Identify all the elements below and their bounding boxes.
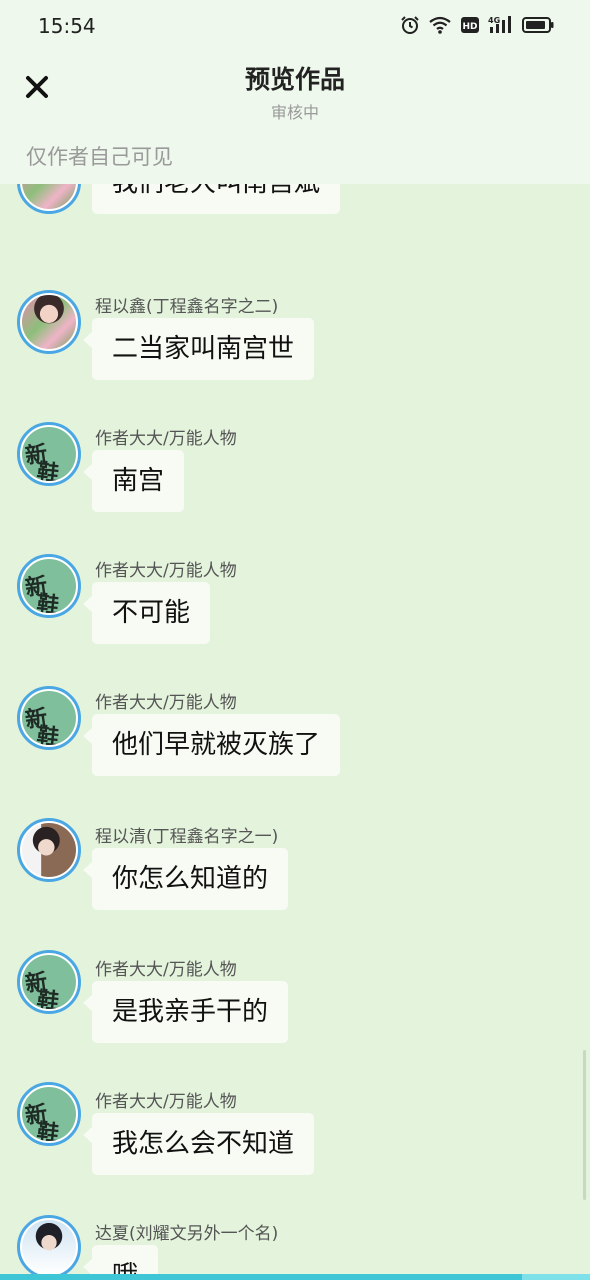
message-bubble[interactable]: 你怎么知道的 — [82, 848, 289, 910]
avatar[interactable]: 新鞋 — [17, 422, 81, 486]
sender-name: 作者大大/万能人物 — [95, 960, 237, 980]
sender-name: 达夏(刘耀文另外一个名) — [95, 1224, 279, 1244]
battery-icon — [522, 17, 554, 33]
status-bar: 15:54 HD 4G — [0, 0, 590, 52]
bottom-progress-strip — [0, 1274, 522, 1280]
sender-name: 程以清(丁程鑫名字之一) — [95, 827, 279, 847]
message-bubble[interactable]: 不可能 — [82, 582, 211, 644]
message-bubble[interactable]: 他们早就被灭族了 — [82, 714, 341, 776]
avatar[interactable]: 新鞋 — [17, 1082, 81, 1146]
svg-text:4G: 4G — [488, 16, 500, 25]
wifi-icon — [429, 16, 451, 34]
sender-name: 程以鑫(丁程鑫名字之二) — [95, 297, 279, 317]
hd-icon: HD — [461, 17, 479, 33]
page-title: 预览作品 — [244, 65, 345, 94]
bottom-strip-rest — [522, 1274, 590, 1280]
sender-name: 作者大大/万能人物 — [95, 693, 237, 713]
message-bubble[interactable]: 我怎么会不知道 — [82, 1113, 315, 1175]
avatar[interactable]: 新鞋 — [17, 554, 81, 618]
top-bar: 15:54 HD 4G 预览作品 审核中 仅作者自己可见 — [0, 0, 590, 184]
sender-name: 作者大大/万能人物 — [95, 429, 237, 449]
message-bubble[interactable]: 是我亲手干的 — [82, 981, 289, 1043]
avatar[interactable] — [17, 1215, 81, 1279]
svg-text:HD: HD — [462, 22, 477, 32]
sender-name: 作者大大/万能人物 — [95, 1092, 237, 1112]
sender-name: 作者大大/万能人物 — [95, 561, 237, 581]
message-bubble[interactable]: 二当家叫南宫世 — [82, 318, 315, 380]
visibility-note: 仅作者自己可见 — [26, 145, 173, 169]
alarm-icon — [401, 16, 419, 34]
scrollbar[interactable] — [583, 1050, 586, 1200]
status-icons: HD 4G — [400, 15, 554, 35]
message-bubble[interactable]: 南宫 — [82, 450, 185, 512]
avatar[interactable] — [17, 290, 81, 354]
chat-list[interactable]: 我们老大叫南宫斌 程以鑫(丁程鑫名字之二) 二当家叫南宫世 新鞋 作者大大/万能… — [0, 184, 590, 1280]
avatar[interactable]: 新鞋 — [17, 686, 81, 750]
status-time: 15:54 — [38, 14, 96, 38]
signal-4g-icon: 4G — [488, 16, 511, 33]
avatar[interactable] — [17, 184, 81, 214]
message-bubble[interactable]: 我们老大叫南宫斌 — [92, 184, 341, 214]
avatar[interactable]: 新鞋 — [17, 950, 81, 1014]
avatar[interactable] — [17, 818, 81, 882]
review-status: 审核中 — [270, 103, 319, 122]
